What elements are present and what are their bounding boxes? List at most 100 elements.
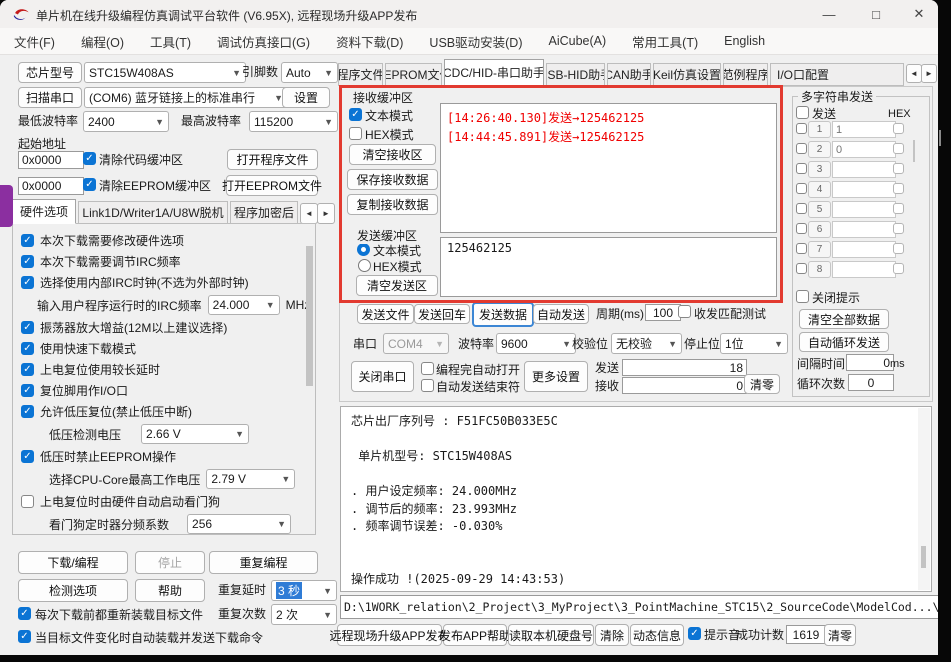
multi-row-input[interactable]: 0	[832, 141, 896, 158]
close-serial-button[interactable]: 关闭串口	[351, 361, 414, 392]
multi-row-input[interactable]	[832, 261, 896, 278]
multi-send-scrollbar[interactable]	[913, 140, 915, 162]
watchdog-prescaler-select[interactable]: 256▼	[187, 514, 291, 534]
min-baud-select[interactable]: 2400▼	[83, 111, 169, 132]
multi-row-checkbox[interactable]	[796, 223, 807, 234]
parity-combo[interactable]: 无校验▼	[611, 333, 682, 354]
option-checkbox[interactable]	[21, 276, 34, 289]
interval-input[interactable]: 0	[846, 354, 894, 371]
irc-frequency-select[interactable]: 24.000▼	[208, 295, 280, 315]
tx-hex-mode-radio[interactable]	[358, 259, 371, 272]
code-start-address-input[interactable]: 0x0000	[18, 151, 84, 169]
save-receive-button[interactable]: 保存接收数据	[347, 169, 438, 190]
reload-target-checkbox[interactable]	[18, 607, 31, 620]
clear-send-button[interactable]: 清空发送区	[356, 275, 438, 296]
loop-count-input[interactable]: 0	[848, 374, 894, 391]
repeat-program-button[interactable]: 重复编程	[209, 551, 318, 574]
clear-log-button[interactable]: 清除	[595, 624, 629, 646]
menu-usb-driver[interactable]: USB驱动安装(D)	[429, 32, 522, 51]
multi-row-checkbox[interactable]	[796, 243, 807, 254]
stopbit-combo[interactable]: 1位▼	[720, 333, 788, 354]
multi-row-input[interactable]	[832, 201, 896, 218]
port-settings-button[interactable]: 设置	[282, 87, 330, 108]
menu-program[interactable]: 编程(O)	[81, 32, 124, 51]
multi-row-checkbox[interactable]	[796, 163, 807, 174]
left-tabs-scroll-left[interactable]: ◄	[300, 203, 318, 224]
clear-all-data-button[interactable]: 清空全部数据	[799, 309, 889, 329]
multi-row-hex-checkbox[interactable]	[893, 263, 904, 274]
menu-tools[interactable]: 工具(T)	[150, 32, 191, 51]
tab-usb-hid-assistant[interactable]: USB-HID助手	[546, 63, 605, 86]
menu-file[interactable]: 文件(F)	[14, 32, 55, 51]
tab-program-file[interactable]: 程序文件	[338, 63, 383, 86]
multi-row-checkbox[interactable]	[796, 143, 807, 154]
right-tabs-scroll-left[interactable]: ◄	[906, 64, 922, 83]
close-tip-checkbox[interactable]	[796, 290, 809, 303]
option-checkbox[interactable]	[21, 255, 34, 268]
menu-downloads[interactable]: 资料下载(D)	[336, 32, 403, 51]
pin-count-select[interactable]: Auto▼	[281, 62, 338, 83]
option-checkbox[interactable]	[21, 384, 34, 397]
right-tabs-scroll-right[interactable]: ►	[921, 64, 937, 83]
multi-row-number[interactable]: 3	[808, 161, 831, 178]
clear-eeprom-buffer-checkbox[interactable]	[83, 178, 96, 191]
multi-row-checkbox[interactable]	[796, 183, 807, 194]
menu-aicube[interactable]: AiCube(A)	[548, 34, 606, 48]
rx-hex-mode-checkbox[interactable]	[349, 127, 362, 140]
scan-port-button[interactable]: 扫描串口	[18, 87, 82, 108]
multi-row-input[interactable]	[832, 221, 896, 238]
side-tab[interactable]	[0, 185, 13, 227]
multi-row-number[interactable]: 8	[808, 261, 831, 278]
multi-row-number[interactable]: 4	[808, 181, 831, 198]
maximize-button[interactable]: □	[854, 0, 898, 28]
baud-combo[interactable]: 9600▼	[496, 333, 576, 354]
multi-row-checkbox[interactable]	[796, 123, 807, 134]
rx-text-mode-checkbox[interactable]	[349, 108, 362, 121]
eeprom-start-address-input[interactable]: 0x0000	[18, 177, 84, 195]
serial-port-combo[interactable]: COM4▼	[383, 333, 449, 354]
tab-encrypted-transfer[interactable]: 程序加密后	[230, 201, 298, 224]
download-program-button[interactable]: 下载/编程	[18, 551, 128, 574]
option-checkbox[interactable]	[21, 495, 34, 508]
option-checkbox[interactable]	[21, 405, 34, 418]
tab-cdc-hid-serial-assistant[interactable]: CDC/HID-串口助手	[444, 59, 544, 86]
serial-port-select[interactable]: (COM6) 蓝牙链接上的标准串行▼	[84, 87, 288, 108]
auto-send-button[interactable]: 自动发送	[533, 304, 589, 324]
publish-upgrade-app-button[interactable]: 远程现场升级APP发布	[337, 624, 442, 646]
multi-send-all-checkbox[interactable]	[796, 106, 809, 119]
read-disk-id-button[interactable]: 读取本机硬盘号	[508, 624, 594, 646]
open-eeprom-file-button[interactable]: 打开EEPROM文件	[226, 175, 318, 196]
tx-text-mode-radio[interactable]	[357, 243, 370, 256]
left-tabs-scroll-right[interactable]: ►	[317, 203, 335, 224]
multi-row-hex-checkbox[interactable]	[893, 203, 904, 214]
multi-row-checkbox[interactable]	[796, 203, 807, 214]
check-options-button[interactable]: 检测选项	[18, 579, 128, 602]
match-test-checkbox[interactable]	[678, 305, 691, 318]
multi-row-hex-checkbox[interactable]	[893, 163, 904, 174]
clear-code-buffer-checkbox[interactable]	[83, 152, 96, 165]
multi-row-hex-checkbox[interactable]	[893, 243, 904, 254]
options-scrollbar[interactable]	[306, 246, 313, 386]
receive-buffer-textarea[interactable]: [14:26:40.130]发送→125462125 [14:44:45.891…	[440, 103, 777, 233]
tab-eeprom-file[interactable]: EEPROM文件	[385, 63, 442, 86]
multi-row-hex-checkbox[interactable]	[893, 143, 904, 154]
multi-row-number[interactable]: 1	[808, 121, 831, 138]
tab-offline-programmer[interactable]: Link1D/Writer1A/U8W脱机	[78, 201, 228, 224]
option-checkbox[interactable]	[21, 321, 34, 334]
period-input[interactable]: 100	[645, 304, 681, 321]
info-scrollbar-thumb[interactable]	[921, 546, 926, 568]
chip-model-button[interactable]: 芯片型号	[18, 62, 82, 83]
auto-loop-send-button[interactable]: 自动循环发送	[799, 332, 889, 352]
send-cr-button[interactable]: 发送回车	[414, 304, 470, 324]
auto-open-after-program-checkbox[interactable]	[421, 362, 434, 375]
option-checkbox[interactable]	[21, 342, 34, 355]
multi-row-checkbox[interactable]	[796, 263, 807, 274]
send-file-button[interactable]: 发送文件	[357, 304, 414, 324]
tab-hardware-options[interactable]: 硬件选项	[12, 199, 76, 224]
repeat-count-select[interactable]: 2 次▼	[271, 604, 337, 625]
repeat-delay-select[interactable]: 3 秒▼	[271, 580, 337, 601]
success-count-reset-button[interactable]: 清零	[824, 624, 856, 646]
tab-keil-simulation[interactable]: Keil仿真设置	[653, 63, 721, 86]
send-buffer-textarea[interactable]: 125462125	[440, 237, 777, 297]
multi-row-input[interactable]: 1	[832, 121, 896, 138]
